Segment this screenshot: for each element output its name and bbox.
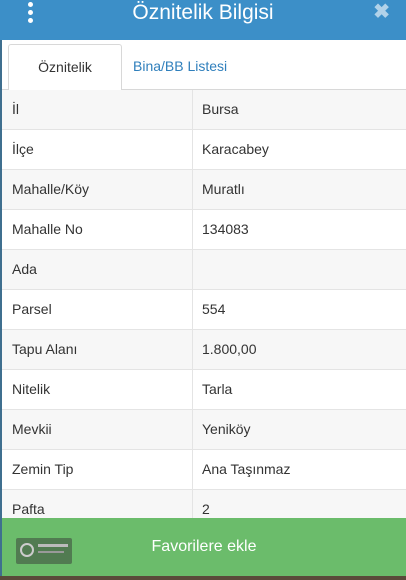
row-value: Bursa (202, 101, 239, 117)
row-value: 1.800,00 (202, 341, 257, 357)
title-bar: Öznitelik Bilgisi ✖ (0, 0, 406, 40)
table-row: İlçe Karacabey (2, 130, 406, 170)
row-key: Mevkii (12, 421, 52, 437)
row-value: Karacabey (202, 141, 269, 157)
tab-building-list[interactable]: Bina/BB Listesi (123, 44, 237, 89)
table-row: Nitelik Tarla (2, 370, 406, 410)
row-value: Tarla (202, 381, 233, 397)
table-row: Mahalle/Köy Muratlı (2, 170, 406, 210)
row-value: Muratlı (202, 181, 245, 197)
tab-bar: Öznitelik Bilgisi Bina/BB Listesi (2, 40, 406, 119)
table-row: Ada (2, 250, 406, 290)
row-value: Yeniköy (202, 421, 251, 437)
bottom-strip (0, 576, 406, 580)
row-value: Ana Taşınmaz (202, 461, 291, 477)
row-key: Mahalle No (12, 221, 83, 237)
row-key: İl (12, 101, 19, 117)
table-row: Zemin Tip Ana Taşınmaz (2, 450, 406, 490)
tab-attribute-info[interactable]: Öznitelik Bilgisi (8, 44, 122, 119)
table-row: Mevkii Yeniköy (2, 410, 406, 450)
close-icon[interactable]: ✖ (373, 1, 390, 23)
attribute-table: İl Bursa İlçe Karacabey Mahalle/Köy Muratlı… (2, 90, 406, 530)
row-key: Ada (12, 261, 37, 277)
row-key: İlçe (12, 141, 34, 157)
logo-badge (16, 538, 72, 564)
table-row: İl Bursa (2, 90, 406, 130)
attribute-panel: Öznitelik Bilgisi Bina/BB Listesi İl Burs… (2, 40, 406, 580)
row-value: 554 (202, 301, 226, 317)
table-row: Tapu Alanı 1.800,00 (2, 330, 406, 370)
row-key: Parsel (12, 301, 52, 317)
page-title: Öznitelik Bilgisi (132, 1, 274, 24)
row-key: Mahalle/Köy (12, 181, 90, 197)
row-key: Nitelik (12, 381, 51, 397)
table-row: Mahalle No 134083 (2, 210, 406, 250)
row-value: 134083 (202, 221, 249, 237)
table-row: Parsel 554 (2, 290, 406, 330)
row-key: Zemin Tip (12, 461, 74, 477)
row-key: Tapu Alanı (12, 341, 78, 357)
